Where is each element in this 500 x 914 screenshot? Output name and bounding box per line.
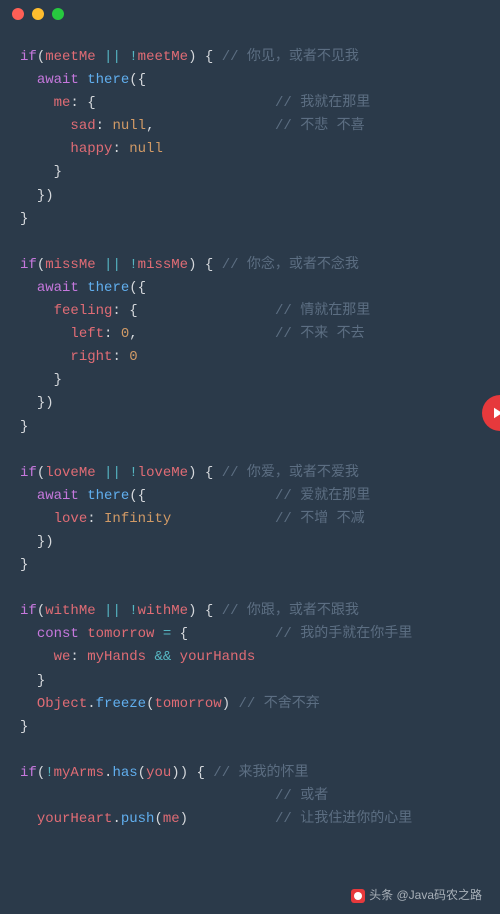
code-line: if(withMe || !withMe) { // 你跟，或者不跟我 — [20, 600, 480, 623]
minimize-icon[interactable] — [32, 8, 44, 20]
code-line: } — [20, 161, 480, 184]
code-line: }) — [20, 531, 480, 554]
comment: // 我就在那里 — [275, 92, 370, 115]
comment: // 你念，或者不念我 — [213, 257, 359, 273]
code-line: } — [20, 716, 480, 739]
code-line: me: {// 我就在那里 — [20, 92, 480, 115]
comment: // 来我的怀里 — [205, 765, 309, 781]
code-line: left: 0,// 不来 不去 — [20, 323, 480, 346]
code-line: const tomorrow = {// 我的手就在你手里 — [20, 623, 480, 646]
comment: // 让我住进你的心里 — [275, 808, 412, 831]
code-line: sad: null,// 不悲 不喜 — [20, 115, 480, 138]
comment: // 或者 — [275, 785, 328, 808]
code-line: await there({ — [20, 69, 480, 92]
code-line — [20, 739, 480, 762]
code-line: } — [20, 670, 480, 693]
code-line: if(meetMe || !meetMe) { // 你见，或者不见我 — [20, 46, 480, 69]
code-line — [20, 577, 480, 600]
zoom-icon[interactable] — [52, 8, 64, 20]
code-line: we: myHands && yourHands — [20, 646, 480, 669]
code-line: love: Infinity// 不增 不减 — [20, 508, 480, 531]
watermark-text: 头条 @Java码农之路 — [369, 886, 482, 906]
watermark: 头条 @Java码农之路 — [351, 886, 482, 906]
code-line: } — [20, 369, 480, 392]
comment: // 不来 不去 — [275, 323, 365, 346]
code-line: Object.freeze(tomorrow) // 不舍不弃 — [20, 693, 480, 716]
code-line: // 或者 — [20, 785, 480, 808]
code-line: if(missMe || !missMe) { // 你念，或者不念我 — [20, 254, 480, 277]
comment: // 你见，或者不见我 — [213, 49, 359, 65]
code-line: } — [20, 416, 480, 439]
comment: // 你爱，或者不爱我 — [213, 465, 359, 481]
code-line: right: 0 — [20, 346, 480, 369]
code-line: if(loveMe || !loveMe) { // 你爱，或者不爱我 — [20, 462, 480, 485]
code-line: if(!myArms.has(you)) { // 来我的怀里 — [20, 762, 480, 785]
code-line: }) — [20, 392, 480, 415]
window-titlebar — [0, 0, 500, 28]
close-icon[interactable] — [12, 8, 24, 20]
code-line: feeling: {// 情就在那里 — [20, 300, 480, 323]
code-line — [20, 439, 480, 462]
comment: // 情就在那里 — [275, 300, 370, 323]
comment: // 爱就在那里 — [275, 485, 370, 508]
comment: // 不悲 不喜 — [275, 115, 365, 138]
code-line: yourHeart.push(me)// 让我住进你的心里 — [20, 808, 480, 831]
code-area: if(meetMe || !meetMe) { // 你见，或者不见我 awai… — [0, 28, 500, 831]
comment: // 我的手就在你手里 — [275, 623, 412, 646]
code-line: happy: null — [20, 138, 480, 161]
code-line: } — [20, 208, 480, 231]
code-line: await there({// 爱就在那里 — [20, 485, 480, 508]
code-line: }) — [20, 185, 480, 208]
code-window: if(meetMe || !meetMe) { // 你见，或者不见我 awai… — [0, 0, 500, 914]
code-line: await there({ — [20, 277, 480, 300]
watermark-logo-icon — [351, 889, 365, 903]
code-line: } — [20, 554, 480, 577]
comment: // 你跟，或者不跟我 — [213, 603, 359, 619]
code-line — [20, 231, 480, 254]
comment: // 不增 不减 — [275, 508, 365, 531]
